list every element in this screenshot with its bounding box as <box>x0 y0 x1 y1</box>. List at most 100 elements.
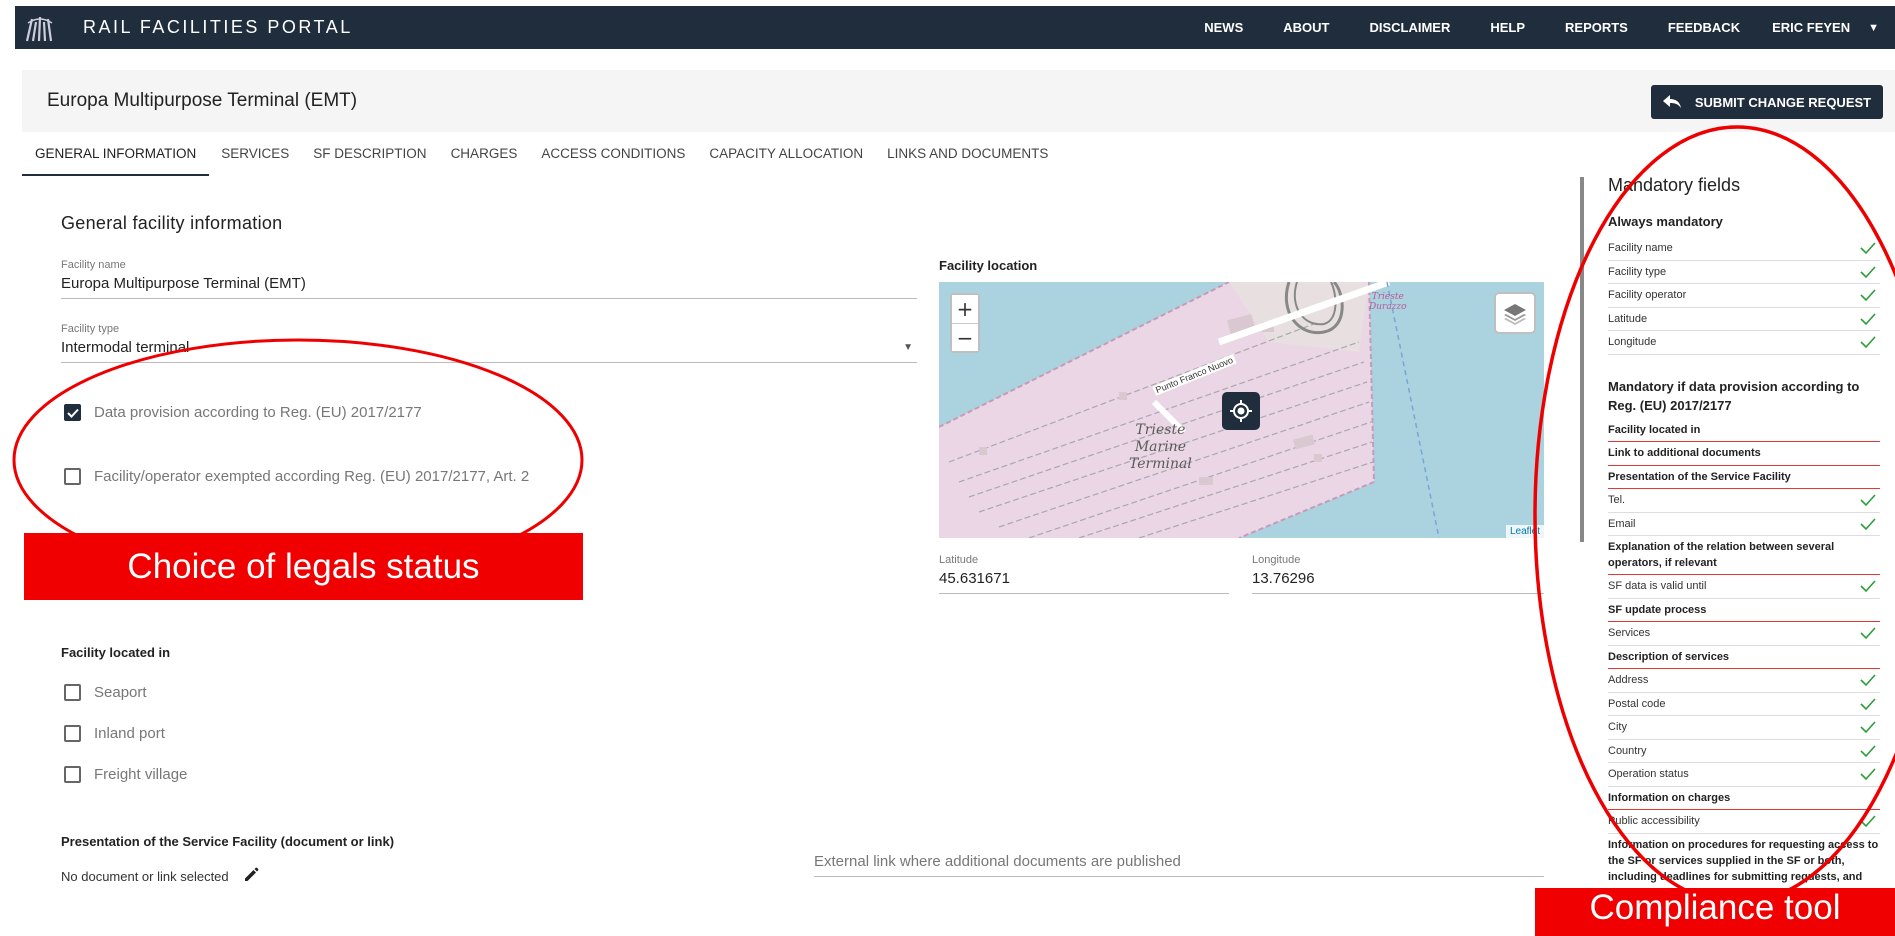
mandatory-field-label: Operation status <box>1608 768 1689 781</box>
check-icon <box>1860 627 1876 640</box>
conditional-mandatory-list: Facility located in Link to additional do… <box>1608 419 1880 889</box>
tab-access-conditions[interactable]: ACCESS CONDITIONS <box>529 140 697 176</box>
inland-port-checkbox-row[interactable]: Inland port <box>64 725 165 742</box>
check-icon <box>1860 289 1876 302</box>
mandatory-fields-title: Mandatory fields <box>1608 175 1741 195</box>
submit-change-request-button[interactable]: SUBMIT CHANGE REQUEST <box>1651 85 1883 119</box>
tab-services[interactable]: SERVICES <box>209 140 301 176</box>
tab-charges[interactable]: CHARGES <box>439 140 530 176</box>
inland-port-checkbox[interactable] <box>64 725 81 742</box>
page-title: Europa Multipurpose Terminal (EMT) <box>47 90 358 111</box>
data-provision-checkbox[interactable] <box>64 404 81 421</box>
facility-location-heading: Facility location <box>939 258 1038 273</box>
nav-news[interactable]: NEWS <box>1204 20 1243 35</box>
mandatory-field-label: Information on procedures for requesting… <box>1608 838 1879 883</box>
mandatory-field-label: Information on charges <box>1608 791 1731 804</box>
section-title: General facility information <box>61 213 283 233</box>
zoom-in-button[interactable]: + <box>952 295 978 323</box>
mandatory-field-row: City <box>1608 716 1880 740</box>
exempted-checkbox[interactable] <box>64 468 81 485</box>
user-menu[interactable]: ERIC FEYEN <box>1772 20 1850 35</box>
facility-header: Europa Multipurpose Terminal (EMT) SUBMI… <box>22 70 1895 132</box>
data-provision-label: Data provision according to Reg. (EU) 20… <box>94 404 422 421</box>
check-icon <box>1860 745 1876 757</box>
reply-arrow-icon <box>1662 95 1681 108</box>
mandatory-field-row: SF update process <box>1608 599 1880 622</box>
nav-disclaimer[interactable]: DISCLAIMER <box>1369 20 1450 35</box>
mandatory-fields-panel: Mandatory fields Always mandatory Facili… <box>1608 170 1880 890</box>
mandatory-field-label: Public accessibility <box>1608 815 1700 828</box>
tab-sf-description[interactable]: SF DESCRIPTION <box>301 140 438 176</box>
data-provision-checkbox-row[interactable]: Data provision according to Reg. (EU) 20… <box>64 404 422 421</box>
check-icon <box>1860 721 1876 734</box>
nav-help[interactable]: HELP <box>1490 20 1525 35</box>
mandatory-field-row: Description of services <box>1608 646 1880 669</box>
longitude-label: Longitude <box>1252 554 1301 566</box>
compliance-tool-callout: Compliance tool <box>1535 888 1895 936</box>
dropdown-arrow-icon[interactable]: ▼ <box>903 342 913 353</box>
facility-type-value[interactable]: Intermodal terminal <box>61 339 917 363</box>
mandatory-field-label: Facility operator <box>1608 289 1687 302</box>
mandatory-field-row: Facility type <box>1608 261 1880 284</box>
zoom-out-button[interactable]: − <box>952 323 978 351</box>
check-icon <box>1860 580 1876 593</box>
mandatory-field-row: Operation status <box>1608 763 1880 787</box>
durazzo-map-label: Trieste Durazzo <box>1369 292 1407 312</box>
exempted-checkbox-row[interactable]: Facility/operator exempted according Reg… <box>64 468 529 485</box>
facility-location-map[interactable]: Punto Franco Nuovo Trieste Marine Termin… <box>939 282 1544 538</box>
longitude-input[interactable]: 13.76296 <box>1252 570 1544 594</box>
mandatory-field-row: Information on charges <box>1608 787 1880 810</box>
pencil-icon[interactable] <box>243 865 261 888</box>
map-attribution-link[interactable]: Leaflet <box>1505 525 1544 538</box>
facility-name-input[interactable]: Europa Multipurpose Terminal (EMT) <box>61 275 917 299</box>
mandatory-field-row: Facility name <box>1608 237 1880 261</box>
check-icon <box>1860 698 1876 710</box>
facility-type-label: Facility type <box>61 323 120 335</box>
mandatory-field-row: Facility located in <box>1608 419 1880 442</box>
document-selector: No document or link selected <box>61 865 261 888</box>
freight-village-checkbox-row[interactable]: Freight village <box>64 766 187 783</box>
facility-type-select[interactable]: Facility type Intermodal terminal ▼ <box>61 323 917 363</box>
mandatory-field-label: SF update process <box>1608 603 1707 616</box>
latitude-field[interactable]: Latitude 45.631671 <box>939 554 1229 594</box>
layers-icon[interactable] <box>1494 292 1536 334</box>
tab-capacity-allocation[interactable]: CAPACITY ALLOCATION <box>697 140 875 176</box>
tab-general-information[interactable]: GENERAL INFORMATION <box>22 140 210 176</box>
mandatory-field-row: Explanation of the relation between seve… <box>1608 536 1880 575</box>
mandatory-field-row: Country <box>1608 740 1880 763</box>
seaport-checkbox[interactable] <box>64 684 81 701</box>
chevron-down-icon[interactable]: ▼ <box>1868 22 1879 34</box>
tab-links-and-documents[interactable]: LINKS AND DOCUMENTS <box>875 140 1060 176</box>
latitude-input[interactable]: 45.631671 <box>939 570 1229 594</box>
freight-village-label: Freight village <box>94 766 188 783</box>
main-nav: NEWS ABOUT DISCLAIMER HELP REPORTS FEEDB… <box>1164 6 1895 49</box>
panel-scrollbar[interactable] <box>1580 177 1584 542</box>
conditional-mandatory-heading: Mandatory if data provision according to… <box>1608 378 1860 413</box>
mandatory-field-label: Tel. <box>1608 494 1626 507</box>
check-icon <box>1860 336 1876 349</box>
mandatory-field-label: Longitude <box>1608 336 1657 349</box>
latitude-label: Latitude <box>939 554 979 566</box>
mandatory-field-label: Presentation of the Service Facility <box>1608 470 1791 483</box>
portal-title[interactable]: RAIL FACILITIES PORTAL <box>83 17 353 38</box>
nav-about[interactable]: ABOUT <box>1283 20 1329 35</box>
nav-feedback[interactable]: FEEDBACK <box>1668 20 1740 35</box>
rail-logo-icon[interactable] <box>23 11 57 45</box>
external-link-input[interactable]: External link where additional documents… <box>814 853 1544 877</box>
location-marker-icon[interactable] <box>1222 392 1260 430</box>
nav-reports[interactable]: REPORTS <box>1565 20 1628 35</box>
check-icon <box>1860 768 1876 781</box>
facility-name-label: Facility name <box>61 259 126 271</box>
mandatory-field-label: Services <box>1608 627 1651 640</box>
facility-located-in-heading: Facility located in <box>61 645 171 660</box>
tab-bar: GENERAL INFORMATION SERVICES SF DESCRIPT… <box>22 140 1060 176</box>
freight-village-checkbox[interactable] <box>64 766 81 783</box>
zoom-control: + − <box>950 293 980 353</box>
facility-name-field[interactable]: Facility name Europa Multipurpose Termin… <box>61 259 917 299</box>
seaport-checkbox-row[interactable]: Seaport <box>64 684 147 701</box>
submit-label: SUBMIT CHANGE REQUEST <box>1694 94 1872 110</box>
longitude-field[interactable]: Longitude 13.76296 <box>1252 554 1544 594</box>
mandatory-field-label: Facility type <box>1608 265 1667 278</box>
inland-port-label: Inland port <box>94 725 165 742</box>
check-icon <box>1860 518 1876 530</box>
